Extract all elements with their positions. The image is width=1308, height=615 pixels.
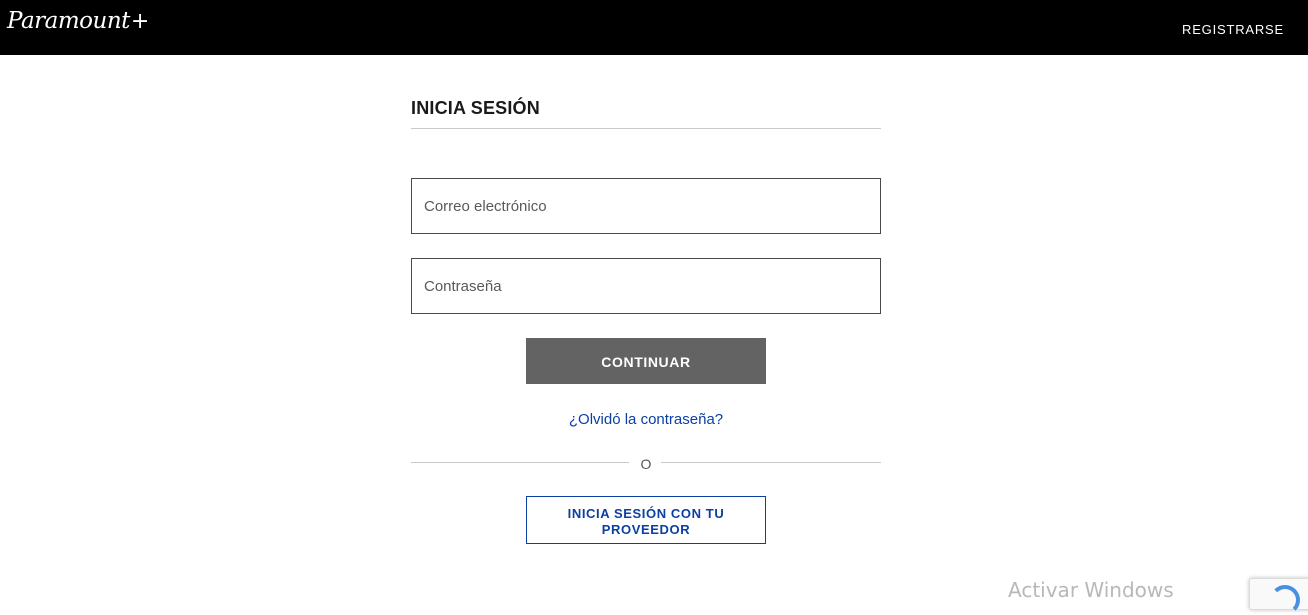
recaptcha-badge[interactable] [1249, 578, 1308, 615]
register-link[interactable]: REGISTRARSE [1182, 22, 1284, 37]
divider-line-right [661, 462, 881, 463]
login-form: INICIA SESIÓN CONTINUAR ¿Olvidó la contr… [411, 98, 881, 544]
top-navigation-bar: Paramount+ REGISTRARSE [0, 0, 1308, 55]
continue-button[interactable]: CONTINUAR [526, 338, 766, 384]
windows-activation-watermark: Activar Windows [1008, 578, 1174, 602]
page-title: INICIA SESIÓN [411, 98, 881, 129]
or-divider: O [411, 456, 881, 476]
email-field[interactable] [411, 178, 881, 234]
recaptcha-icon [1270, 585, 1300, 615]
logo-plus: + [130, 9, 149, 34]
paramount-plus-logo[interactable]: Paramount+ [7, 8, 149, 34]
password-field[interactable] [411, 258, 881, 314]
provider-login-button[interactable]: INICIA SESIÓN CON TU PROVEEDOR [526, 496, 766, 544]
forgot-password-link[interactable]: ¿Olvidó la contraseña? [411, 411, 881, 428]
logo-wordmark: Paramount [7, 8, 130, 34]
or-label: O [640, 456, 652, 472]
